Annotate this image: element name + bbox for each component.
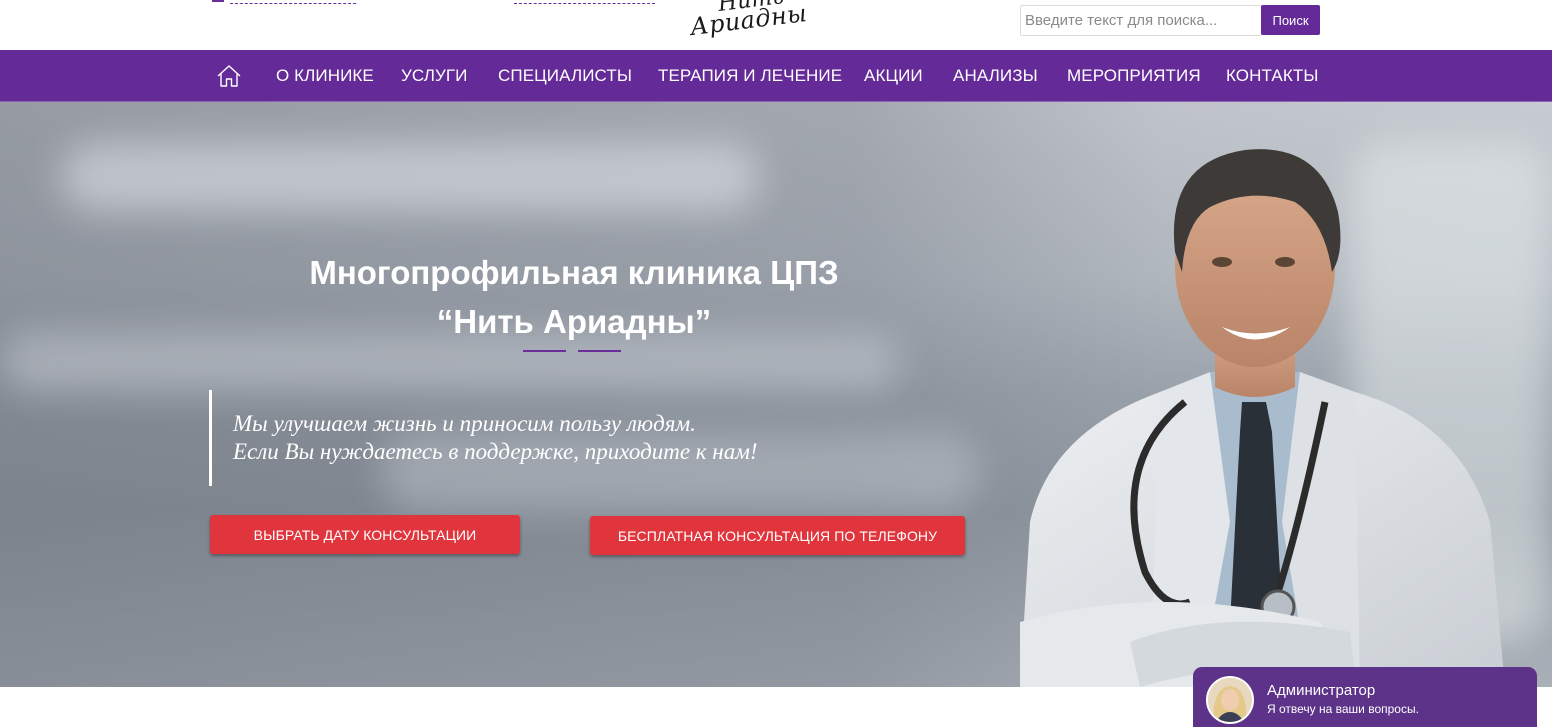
admin-avatar bbox=[1206, 676, 1254, 724]
phone-link[interactable] bbox=[230, 0, 356, 4]
hero-title: Многопрофильная клиника ЦПЗ “Нить Ариадн… bbox=[240, 248, 908, 346]
search-input[interactable] bbox=[1020, 5, 1262, 36]
hero-quote-line1: Мы улучшаем жизнь и приносим пользу людя… bbox=[233, 411, 696, 436]
top-bar: Нить Ариадны Поиск bbox=[0, 0, 1552, 50]
hero-quote-line2: Если Вы нуждаетесь в поддержке, приходит… bbox=[233, 439, 758, 464]
title-divider bbox=[523, 350, 566, 352]
title-divider bbox=[578, 350, 621, 352]
nav-item-services[interactable]: УСЛУГИ bbox=[401, 50, 468, 101]
free-phone-consultation-button[interactable]: БЕСПЛАТНАЯ КОНСУЛЬТАЦИЯ ПО ТЕЛЕФОНУ bbox=[590, 516, 965, 555]
nav-item-specialists[interactable]: СПЕЦИАЛИСТЫ bbox=[498, 50, 632, 101]
hero-quote: Мы улучшаем жизнь и приносим пользу людя… bbox=[233, 410, 758, 466]
nav-item-therapy[interactable]: ТЕРАПИЯ И ЛЕЧЕНИЕ bbox=[658, 50, 842, 101]
main-navigation: О КЛИНИКЕ УСЛУГИ СПЕЦИАЛИСТЫ ТЕРАПИЯ И Л… bbox=[0, 50, 1552, 102]
nav-item-contacts[interactable]: КОНТАКТЫ bbox=[1226, 50, 1319, 101]
search-button[interactable]: Поиск bbox=[1261, 5, 1320, 35]
phone-icon bbox=[212, 0, 224, 2]
home-icon[interactable] bbox=[216, 63, 242, 89]
nav-item-events[interactable]: МЕРОПРИЯТИЯ bbox=[1067, 50, 1201, 101]
choose-consultation-date-button[interactable]: ВЫБРАТЬ ДАТУ КОНСУЛЬТАЦИИ bbox=[210, 515, 520, 554]
hero-title-line2: “Нить Ариадны” bbox=[436, 303, 712, 340]
email-link[interactable] bbox=[514, 0, 655, 4]
background-blur bbox=[60, 142, 760, 212]
chat-admin-name: Администратор bbox=[1267, 682, 1376, 699]
doctor-photo bbox=[1020, 149, 1505, 687]
nav-item-promotions[interactable]: АКЦИИ bbox=[864, 50, 923, 101]
clinic-logo[interactable]: Нить Ариадны bbox=[688, 0, 809, 42]
hero-title-line1: Многопрофильная клиника ЦПЗ bbox=[309, 254, 839, 291]
logo-text-line2: Ариадны bbox=[688, 0, 809, 42]
nav-item-tests[interactable]: АНАЛИЗЫ bbox=[953, 50, 1038, 101]
quote-bar bbox=[209, 390, 212, 486]
hero-banner: Многопрофильная клиника ЦПЗ “Нить Ариадн… bbox=[0, 102, 1552, 687]
chat-subtitle: Я отвечу на ваши вопросы. bbox=[1267, 702, 1419, 716]
chat-widget[interactable]: Администратор Я отвечу на ваши вопросы. bbox=[1193, 667, 1537, 727]
nav-item-about[interactable]: О КЛИНИКЕ bbox=[276, 50, 374, 101]
